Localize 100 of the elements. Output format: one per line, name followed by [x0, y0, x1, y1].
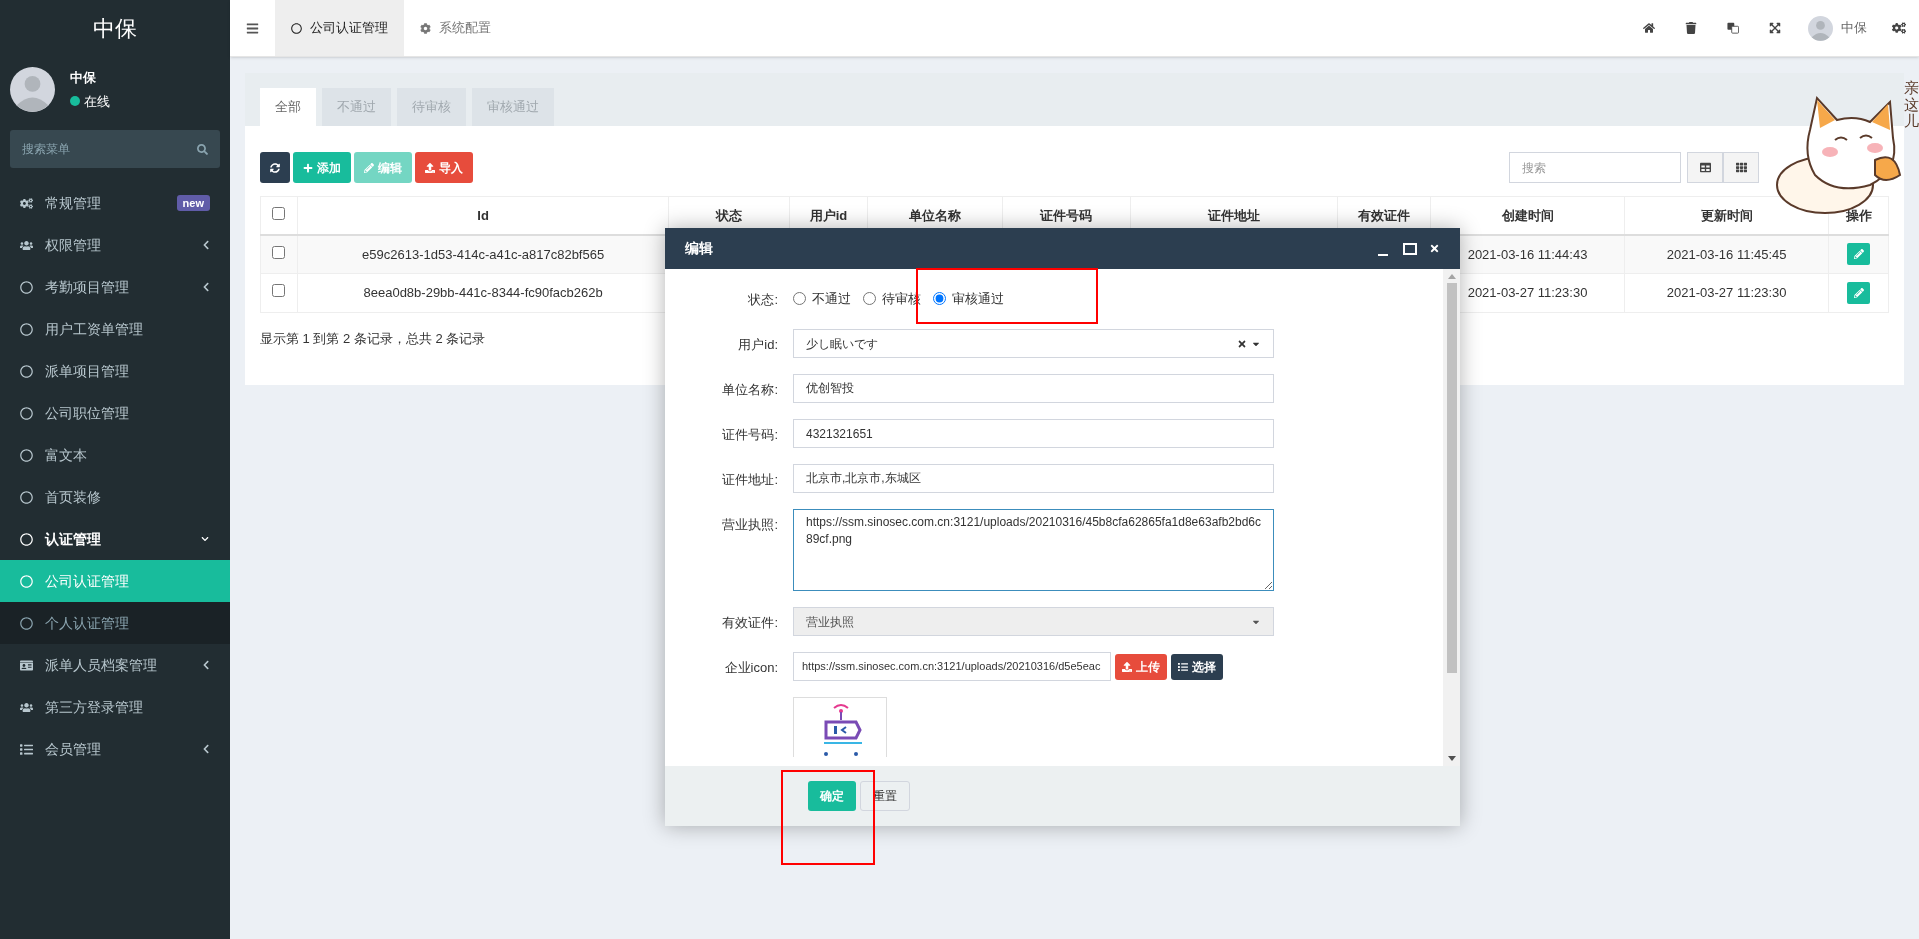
menu-item[interactable]: 公司职位管理: [0, 392, 230, 434]
gear-icon: [420, 22, 431, 34]
row-checkbox[interactable]: [272, 245, 286, 259]
select-all-checkbox[interactable]: [272, 206, 286, 220]
radio-label: 审核通过: [952, 289, 1004, 308]
field-label: 有效证件:: [721, 614, 779, 632]
settings-icon: [1892, 21, 1906, 35]
pencil-icon: [364, 162, 374, 173]
dialog-title: 编辑: [685, 239, 714, 258]
nav-tab[interactable]: 系统配置: [404, 0, 507, 56]
column-header: Id: [477, 207, 489, 223]
column-header: 用户id: [809, 207, 848, 223]
avatar-icon: [1808, 15, 1833, 41]
submenu-item[interactable]: 个人认证管理: [0, 602, 230, 644]
menu-item[interactable]: 富文本: [0, 434, 230, 476]
fullscreen-icon: [1769, 22, 1781, 34]
nav-tab[interactable]: 公司认证管理: [275, 0, 404, 56]
menu-item[interactable]: 第三方登录管理: [0, 686, 230, 728]
text-field[interactable]: 4321321651: [793, 419, 1274, 448]
pencil-icon: [1853, 249, 1864, 260]
menu-item[interactable]: 考勤项目管理: [0, 266, 230, 308]
field-label: 用户id:: [737, 336, 779, 354]
column-header: 操作: [1845, 207, 1872, 223]
menu-item[interactable]: 首页装修: [0, 476, 230, 518]
pencil-icon: [1853, 288, 1864, 298]
field-label: 证件地址:: [721, 471, 779, 489]
mascot-text: 亲: [1904, 80, 1919, 97]
table-icon: [1699, 162, 1711, 173]
table-cell: e59c2613-1d53-414c-a41c-a817c82bf565: [362, 246, 605, 262]
plus-icon: [303, 162, 313, 173]
scrollbar[interactable]: [1443, 269, 1460, 766]
menu-item[interactable]: 用户工资单管理: [0, 308, 230, 350]
user-status: 在线: [84, 92, 110, 111]
field-label: 营业执照:: [721, 516, 779, 534]
select-field[interactable]: 少し眠いです: [793, 329, 1274, 358]
chevron-icon: [202, 282, 210, 292]
menu-item[interactable]: 会员管理: [0, 728, 230, 770]
column-header: 更新时间: [1700, 207, 1753, 223]
grid-view-button[interactable]: [1723, 152, 1759, 183]
field-label: 单位名称:: [721, 381, 779, 399]
trash-icon: [1685, 22, 1697, 34]
upload-button[interactable]: 上传: [1115, 653, 1167, 680]
list-icon: [1178, 661, 1188, 672]
field-label: 状态:: [747, 291, 779, 309]
column-header: 单位名称: [908, 207, 961, 223]
table-cell: 2021-03-27 11:23:30: [1467, 285, 1588, 301]
status-radio[interactable]: [863, 292, 876, 305]
text-field[interactable]: 优创智投: [793, 374, 1274, 403]
avatar-icon: [10, 67, 55, 112]
scroll-down-icon[interactable]: [1447, 756, 1456, 761]
home-icon: [1643, 22, 1655, 34]
app-logo: 中保: [93, 15, 137, 43]
clear-icon[interactable]: [1237, 338, 1247, 349]
menu-item[interactable]: 常规管理 new: [0, 182, 230, 224]
user-name[interactable]: 中保: [1841, 18, 1867, 38]
column-header: 状态: [716, 207, 743, 223]
row-checkbox[interactable]: [272, 284, 286, 298]
table-cell: 2021-03-27 11:23:30: [1666, 285, 1787, 301]
pagination-info: 显示第 1 到第 2 条记录，总共 2 条记录: [260, 330, 486, 348]
chevron-icon: [202, 240, 210, 250]
import-button[interactable]: 导入: [415, 152, 473, 183]
menu-item[interactable]: 认证管理: [0, 518, 230, 560]
maximize-icon[interactable]: [1403, 242, 1417, 255]
chevron-icon: [200, 535, 210, 543]
mascot-text: 儿: [1904, 113, 1919, 130]
radio-label: 不通过: [812, 289, 851, 308]
menu-item[interactable]: 派单项目管理: [0, 350, 230, 392]
refresh-button[interactable]: [260, 152, 290, 183]
column-header: 创建时间: [1501, 207, 1554, 223]
table-cell: 8eea0d8b-29bb-441c-8344-fc90facb262b: [363, 285, 603, 301]
menu-item[interactable]: 权限管理: [0, 224, 230, 266]
field-label: 证件号码:: [721, 426, 779, 444]
user-name: 中保: [70, 69, 97, 87]
chevron-icon: [202, 744, 210, 754]
table-view-button[interactable]: [1687, 152, 1723, 183]
filter-tab[interactable]: 全部: [260, 88, 316, 126]
column-header: 证件号码: [1040, 207, 1093, 223]
status-radio[interactable]: [793, 292, 806, 305]
field-label: 企业icon:: [723, 659, 779, 677]
edit-button[interactable]: [1847, 243, 1870, 266]
translate-icon: [1727, 22, 1739, 34]
search-field[interactable]: 搜索: [1509, 152, 1681, 183]
upload-icon: [1122, 661, 1132, 672]
mascot-text: 这: [1904, 96, 1919, 113]
column-header: 证件地址: [1208, 207, 1261, 223]
table-cell: 2021-03-16 11:45:45: [1666, 246, 1787, 262]
menu-item[interactable]: 派单人员档案管理: [0, 644, 230, 686]
column-header: 有效证件: [1357, 207, 1410, 223]
choose-button[interactable]: 选择: [1171, 653, 1223, 680]
chevron-icon: [202, 660, 210, 670]
text-field[interactable]: 北京市,北京市,东城区: [793, 464, 1274, 493]
refresh-icon: [270, 162, 280, 173]
close-icon[interactable]: [1429, 243, 1440, 254]
status-radio[interactable]: [933, 292, 946, 305]
search-icon: [197, 144, 208, 155]
url-field[interactable]: https://ssm.sinosec.com.cn:3121/uploads/20210316/d5e5eac: [793, 652, 1111, 681]
table-cell: 2021-03-16 11:44:43: [1467, 246, 1588, 262]
search-field[interactable]: 搜索菜单: [10, 130, 220, 168]
text-area[interactable]: https://ssm.sinosec.com.cn:3121/uploads/20210316/45b8cfa62865fa1d8e63afb2bd6c89cf.png: [793, 509, 1274, 591]
new-badge: new: [176, 194, 210, 212]
